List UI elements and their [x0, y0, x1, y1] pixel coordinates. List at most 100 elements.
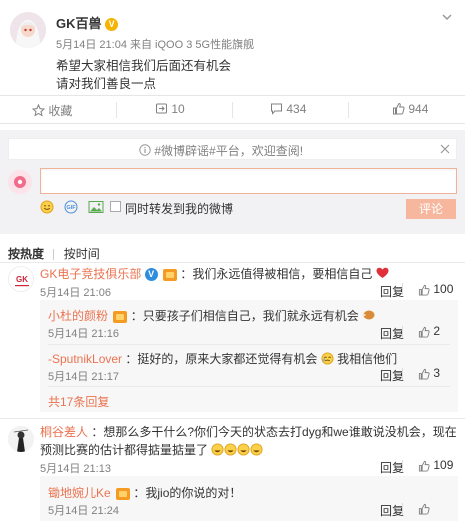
svg-text:GK: GK	[16, 275, 28, 284]
commenter-avatar[interactable]	[8, 426, 34, 452]
comment-text-line1: ：想那么多干什么?你们今天的状态去打dyg和we谁敢说没机会，现在	[91, 425, 457, 439]
repost-checkbox[interactable]	[110, 201, 121, 212]
comment-input[interactable]	[40, 168, 457, 194]
comment-panel: #微博辟谣#平台，欢迎查阅! GIF 同时转发到我的微博 评论	[0, 130, 465, 234]
vip-icon	[113, 310, 128, 323]
reply-1-row: 锄地婉儿Ke ：我jio的你说的对！	[48, 484, 241, 501]
reply-author[interactable]: -SputnikLover	[48, 352, 122, 366]
thumbs-up-icon	[418, 326, 430, 338]
thumbs-up-icon	[418, 284, 430, 296]
author-name[interactable]: GK百兽	[56, 16, 102, 31]
divider	[0, 418, 465, 419]
sort-tabs: 按热度 按时间	[8, 245, 100, 262]
grin-emoji-icon	[224, 443, 237, 459]
reply-like-button[interactable]	[418, 501, 430, 515]
tab-sort-time[interactable]: 按时间	[64, 247, 100, 261]
comment-author[interactable]: 桐谷差人	[40, 425, 88, 439]
submit-comment-button[interactable]: 评论	[406, 199, 456, 219]
repost-count: 10	[171, 102, 185, 117]
grin-emoji-icon	[211, 443, 224, 459]
reply-text-a: ：挺好的，原来大家都还觉得有机会	[125, 352, 318, 366]
chicken-leg-emoji-icon	[362, 309, 375, 324]
comment-like-button[interactable]: 109	[418, 458, 453, 472]
commenter-avatar[interactable]: GK	[8, 266, 34, 292]
reply-like-count: 3	[433, 366, 441, 380]
verified-blue-icon: V	[144, 268, 158, 282]
like-button[interactable]: 944	[392, 102, 428, 118]
comment-2-line1: 桐谷差人 ：想那么多干什么?你们今天的状态去打dyg和we谁敢说没机会，现在	[40, 423, 457, 440]
reply-button[interactable]: 回复	[380, 325, 404, 342]
reply-2-row: -SputnikLover ：挺好的，原来大家都还觉得有机会 我相信他们	[48, 350, 397, 368]
grin-emoji-icon	[250, 443, 263, 459]
heart-icon	[376, 267, 389, 282]
comment-like-button[interactable]: 100	[418, 282, 453, 296]
comment-text: ：我们永远值得被相信，要相信自己	[180, 267, 373, 281]
comment-like-count: 109	[433, 458, 454, 472]
thumbs-up-icon	[418, 368, 430, 380]
reply-text: ：我jio的你说的对！	[133, 486, 242, 500]
emoji-picker-icon[interactable]	[40, 200, 54, 214]
repost-checkbox-label: 同时转发到我的微博	[125, 202, 234, 216]
verified-icon: V	[105, 18, 119, 32]
reply-button[interactable]: 回复	[380, 283, 404, 300]
reply-time: 5月14日 21:17	[48, 371, 119, 383]
post-text-line1: 希望大家相信我们后面还有机会	[56, 59, 232, 73]
reply-like-button[interactable]: 2	[418, 324, 440, 338]
comment-count: 434	[286, 102, 307, 117]
notice-text[interactable]: #微博辟谣#平台，欢迎查阅!	[154, 144, 303, 158]
action-bar: 收藏 10 434 944	[0, 95, 465, 124]
reply-author[interactable]: 锄地婉儿Ke	[48, 486, 111, 500]
favorite-button[interactable]: 收藏	[31, 102, 73, 120]
replies-block: 锄地婉儿Ke ：我jio的你说的对！ 5月14日 21:24 回复	[40, 476, 458, 521]
vip-icon	[116, 487, 131, 500]
notice-content: #微博辟谣#平台，欢迎查阅!	[139, 142, 303, 159]
comment-button[interactable]: 434	[270, 102, 306, 118]
comment-1-text-row: GK电子竞技俱乐部 V ：我们永远值得被相信，要相信自己	[40, 265, 389, 282]
submit-label: 评论	[418, 202, 443, 216]
comment-text-line2: 预测比赛的估计都得掂量掂量了	[40, 443, 209, 457]
svg-text:GIF: GIF	[66, 205, 76, 211]
notice-close-icon[interactable]	[439, 143, 451, 155]
reply-like-count: 2	[433, 324, 441, 338]
reply-1-row: 小杜的颜粉 ：只要孩子们相信自己，我们就永远有机会	[48, 307, 375, 324]
reply-text-b: 我相信他们	[337, 352, 398, 366]
author-name-row: GK百兽 V	[56, 13, 119, 32]
comment-like-count: 100	[433, 282, 454, 296]
comment-2-line2: 预测比赛的估计都得掂量掂量了	[40, 441, 263, 459]
repost-icon	[155, 102, 168, 118]
post-menu-chevron-icon[interactable]	[440, 10, 454, 24]
vip-icon	[163, 268, 178, 281]
my-avatar[interactable]	[8, 170, 32, 194]
reply-button[interactable]: 回复	[380, 459, 404, 476]
thumbs-up-icon	[418, 503, 430, 515]
comment-author[interactable]: GK电子竞技俱乐部	[40, 267, 141, 281]
more-replies-link[interactable]: 共17条回复	[48, 393, 109, 410]
reply-button[interactable]: 回复	[380, 502, 404, 519]
like-count: 944	[408, 102, 429, 117]
reply-author[interactable]: 小杜的颜粉	[48, 309, 108, 323]
thumbs-up-icon	[392, 102, 405, 118]
divider	[0, 262, 465, 263]
post-text-line2: 请对我们善良一点	[56, 77, 157, 91]
gif-icon[interactable]: GIF	[64, 200, 78, 214]
repost-button[interactable]: 10	[155, 102, 185, 118]
comment-time: 5月14日 21:06	[40, 287, 111, 299]
author-avatar[interactable]	[10, 12, 46, 48]
replies-block: 小杜的颜粉 ：只要孩子们相信自己，我们就永远有机会 5月14日 21:16 回复…	[40, 300, 458, 412]
star-icon	[31, 103, 46, 120]
image-icon[interactable]	[88, 200, 104, 214]
favorite-label: 收藏	[48, 104, 73, 118]
reply-like-button[interactable]: 3	[418, 366, 440, 380]
info-icon	[139, 144, 151, 159]
tab-sort-hot[interactable]: 按热度	[8, 247, 44, 261]
thumbs-up-icon	[418, 460, 430, 472]
reply-text: ：只要孩子们相信自己，我们就永远有机会	[130, 309, 359, 323]
comment-icon	[270, 102, 283, 118]
post-meta: 5月14日 21:04 来自 iQOO 3 5G性能旗舰	[56, 39, 255, 51]
reply-time: 5月14日 21:16	[48, 328, 119, 340]
grin-emoji-icon	[237, 443, 250, 459]
comment-time: 5月14日 21:13	[40, 463, 111, 475]
crying-emoji-icon	[321, 352, 334, 368]
reply-button[interactable]: 回复	[380, 367, 404, 384]
reply-time: 5月14日 21:24	[48, 505, 119, 517]
